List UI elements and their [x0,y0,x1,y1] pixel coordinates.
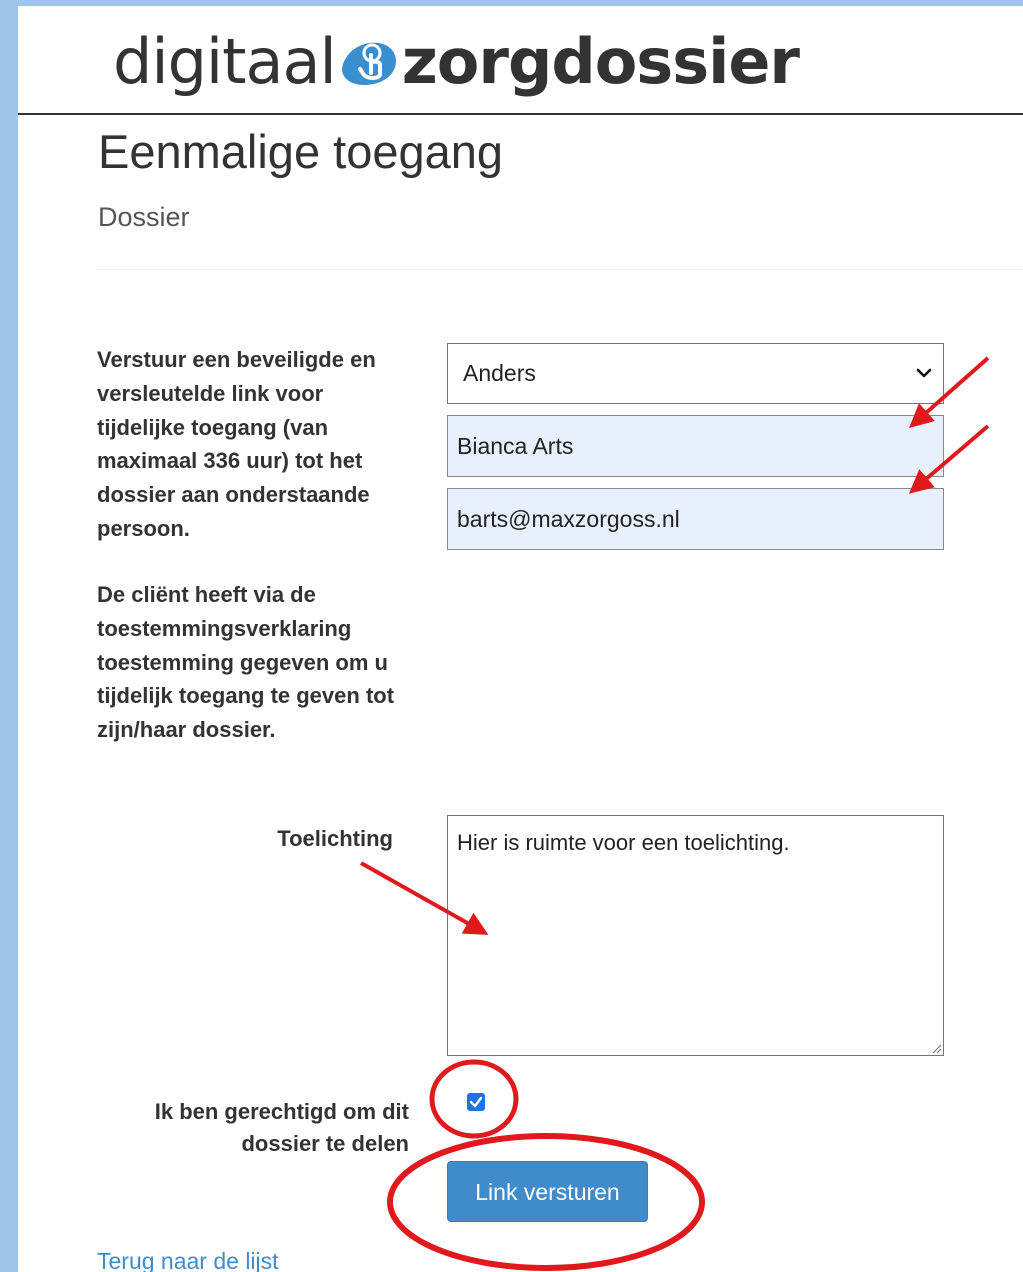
consent-text: De cliënt heeft via de toestemmingsverkl… [97,582,395,743]
authorized-checkbox[interactable] [467,1093,485,1111]
page-title: Eenmalige toegang [98,125,504,178]
hand-touch-icon [341,42,396,85]
email-input[interactable] [447,488,944,550]
logo-text-digitaal: digitaal [113,24,337,98]
explanation-textarea[interactable]: Hier is ruimte voor een toelichting. [447,815,944,1056]
explanation-label: Toelichting [277,826,393,851]
back-to-list-link[interactable]: Terug naar de lijst [97,1248,279,1272]
chevron-down-icon [916,368,932,378]
send-link-button[interactable]: Link versturen [447,1161,648,1222]
section-divider [98,269,1023,270]
logo: digitaal zorgdossier [113,20,800,102]
authorized-label: Ik ben gerechtigd om dit dossier te dele… [154,1099,409,1156]
page-subtitle: Dossier [98,202,190,232]
checkmark-icon [469,1096,483,1108]
intro-text: Verstuur een beveiligde en versleutelde … [97,347,376,541]
name-input[interactable] [447,415,944,477]
logo-text-zorgdossier: zorgdossier [401,24,800,98]
page: digitaal zorgdossier Eenmalige toegang D… [18,6,1023,1272]
recipient-select[interactable]: Anders [447,343,944,404]
header-divider [18,113,1023,115]
recipient-select-value: Anders [463,360,536,386]
resize-grip-icon[interactable] [930,1042,942,1054]
